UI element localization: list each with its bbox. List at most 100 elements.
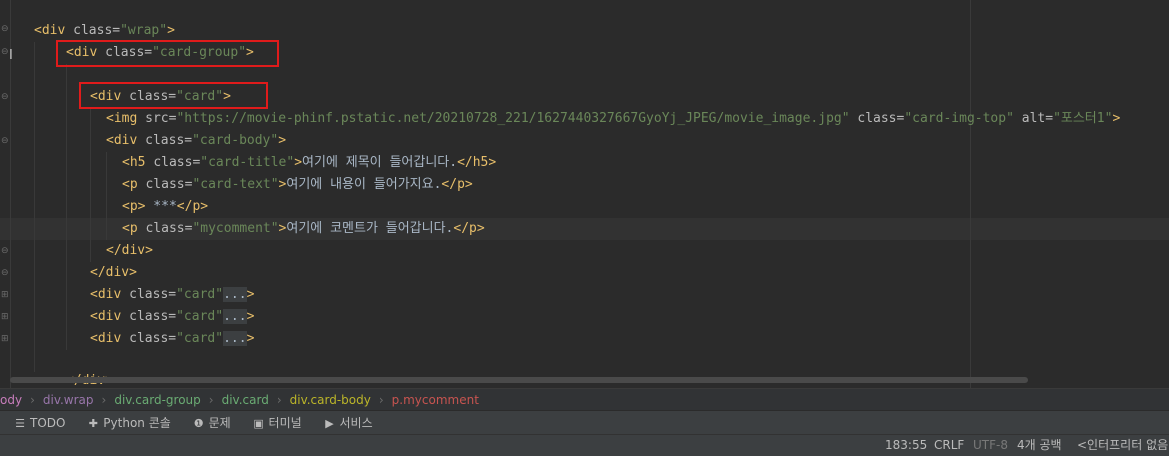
breadcrumb-item[interactable]: div.card-body [284,389,377,411]
code-token: <div [34,23,74,38]
code-token: <p> [122,199,146,214]
code-token: src= [145,111,177,126]
code-token: 여기에 제목이 들어갑니다. [302,155,458,170]
tool-window-bar: ☰ TODO ✚ Python 콘솔 ❶ 문제 ▣ 터미널 ▶ 서비스 [0,410,1169,435]
fold-expand-icon[interactable]: ⊞ [1,335,10,344]
code-line[interactable]: <div class="wrap"> [34,20,175,42]
code-token: </p> [176,199,209,214]
fold-expand-icon[interactable]: ⊞ [1,291,10,300]
code-token: class= [145,221,193,236]
breadcrumb-separator: › [30,393,35,407]
python-console-tab[interactable]: ✚ Python 콘솔 [87,411,171,436]
code-token: *** [145,199,177,214]
fold-collapse-icon[interactable]: ⊖ [1,93,10,102]
breadcrumb-separator: › [276,393,282,407]
mouse-ibeam-icon: I [9,48,13,63]
fold-end-icon[interactable]: ⊖ [1,247,10,256]
code-token: class= [129,331,177,346]
terminal-tab[interactable]: ▣ 터미널 [253,411,302,436]
status-bar: 183:55 CRLF UTF-8 4개 공백 <인터프리터 없음 [0,434,1169,456]
breadcrumb-item[interactable]: p.mycomment [386,389,485,411]
code-token: "https://movie-phinf.pstatic.net/2021072… [176,111,850,126]
code-line[interactable]: <h5 class="card-title">여기에 제목이 들어갑니다.</h… [122,152,496,174]
folded-region[interactable]: ... [223,309,247,324]
fold-end-icon[interactable]: ⊖ [1,269,10,278]
breadcrumb-separator: › [101,393,107,407]
todo-label: TODO [30,416,66,430]
code-line[interactable]: </div> [90,262,137,284]
line-separator[interactable]: CRLF [934,435,964,455]
code-token: "card-img-top" [904,111,1014,126]
code-token: "card" [176,309,224,324]
code-line[interactable]: <img src="https://movie-phinf.pstatic.ne… [106,108,1120,130]
cursor-position[interactable]: 183:55 [885,435,927,455]
code-token: 여기에 코멘트가 들어갑니다. [286,221,454,236]
services-label: 서비스 [339,416,373,430]
indent-guide [106,152,107,240]
code-token: <img [106,111,146,126]
indent-guide [66,64,67,350]
code-token: "포스터1" [1053,111,1113,126]
code-token: > [278,133,287,148]
horizontal-scrollbar[interactable] [10,377,1028,383]
code-token: <p [122,221,146,236]
services-tab[interactable]: ▶ 서비스 [324,411,373,436]
breadcrumb-item[interactable]: div.card [216,389,275,411]
code-line[interactable]: <p class="card-text">여기에 내용이 들어가지요.</p> [122,174,473,196]
code-token: <div [90,309,130,324]
code-token: alt= [1013,111,1054,126]
code-token: class= [129,309,177,324]
code-line[interactable]: <p class="mycomment">여기에 코멘트가 들어갑니다.</p> [122,218,485,240]
code-token: "card" [176,331,224,346]
problems-tab[interactable]: ❶ 문제 [193,411,231,436]
right-margin-guide [970,0,971,388]
code-line[interactable]: <p> ***</p> [122,196,208,218]
code-line[interactable]: </div> [106,240,153,262]
breadcrumb-separator: › [208,393,214,407]
code-token: "mycomment" [192,221,279,236]
code-token: class= [153,155,201,170]
code-token: "card" [176,287,224,302]
code-line[interactable]: <div class="card"...> [90,284,254,306]
code-token: class= [73,23,121,38]
code-token: <div [90,287,130,302]
interpreter-status[interactable]: <인터프리터 없음 [1077,435,1168,455]
code-token: <p [122,177,146,192]
play-icon: ▶ [325,417,334,430]
code-line[interactable]: <div class="card-body"> [106,130,286,152]
code-token: class= [145,133,193,148]
indent-guide [90,108,91,262]
folded-region[interactable]: ... [223,331,247,346]
code-line[interactable]: <div class="card"...> [90,306,254,328]
code-token: 여기에 내용이 들어가지요. [286,177,442,192]
code-token: > [246,331,255,346]
breadcrumb: ody › div.wrap › div.card-group › div.card › div… [0,388,1169,411]
terminal-label: 터미널 [268,416,302,430]
info-icon: ❶ [193,417,204,430]
problems-label: 문제 [208,416,231,430]
fold-collapse-icon[interactable]: ⊖ [1,137,10,146]
code-token: "card-body" [192,133,279,148]
folded-region[interactable]: ... [223,287,247,302]
code-token: </p> [441,177,473,192]
code-token: <div [106,133,146,148]
code-editor[interactable]: ⊖ ⊖ ⊖ ⊖ ⊖ ⊖ ⊞ ⊞ ⊞ I <div class="wrap"> <d… [0,0,1169,388]
code-token: </h5> [457,155,497,170]
breadcrumb-item[interactable]: div.wrap [37,389,100,411]
code-line[interactable]: <div class="card"...> [90,328,254,350]
code-token: class= [129,287,177,302]
fold-expand-icon[interactable]: ⊞ [1,313,10,322]
code-token: > [1112,111,1121,126]
breadcrumb-item[interactable]: div.card-group [108,389,206,411]
code-token: "card-text" [192,177,279,192]
code-token: <div [90,331,130,346]
todo-tab[interactable]: ☰ TODO [14,411,65,436]
indent-setting[interactable]: 4개 공백 [1017,435,1062,455]
code-token: "wrap" [120,23,168,38]
file-encoding[interactable]: UTF-8 [973,435,1008,455]
fold-collapse-icon[interactable]: ⊖ [1,25,10,34]
indent-guide [34,42,35,372]
breadcrumb-item[interactable]: ody [0,389,28,411]
list-icon: ☰ [15,417,25,430]
code-token: > [246,287,255,302]
